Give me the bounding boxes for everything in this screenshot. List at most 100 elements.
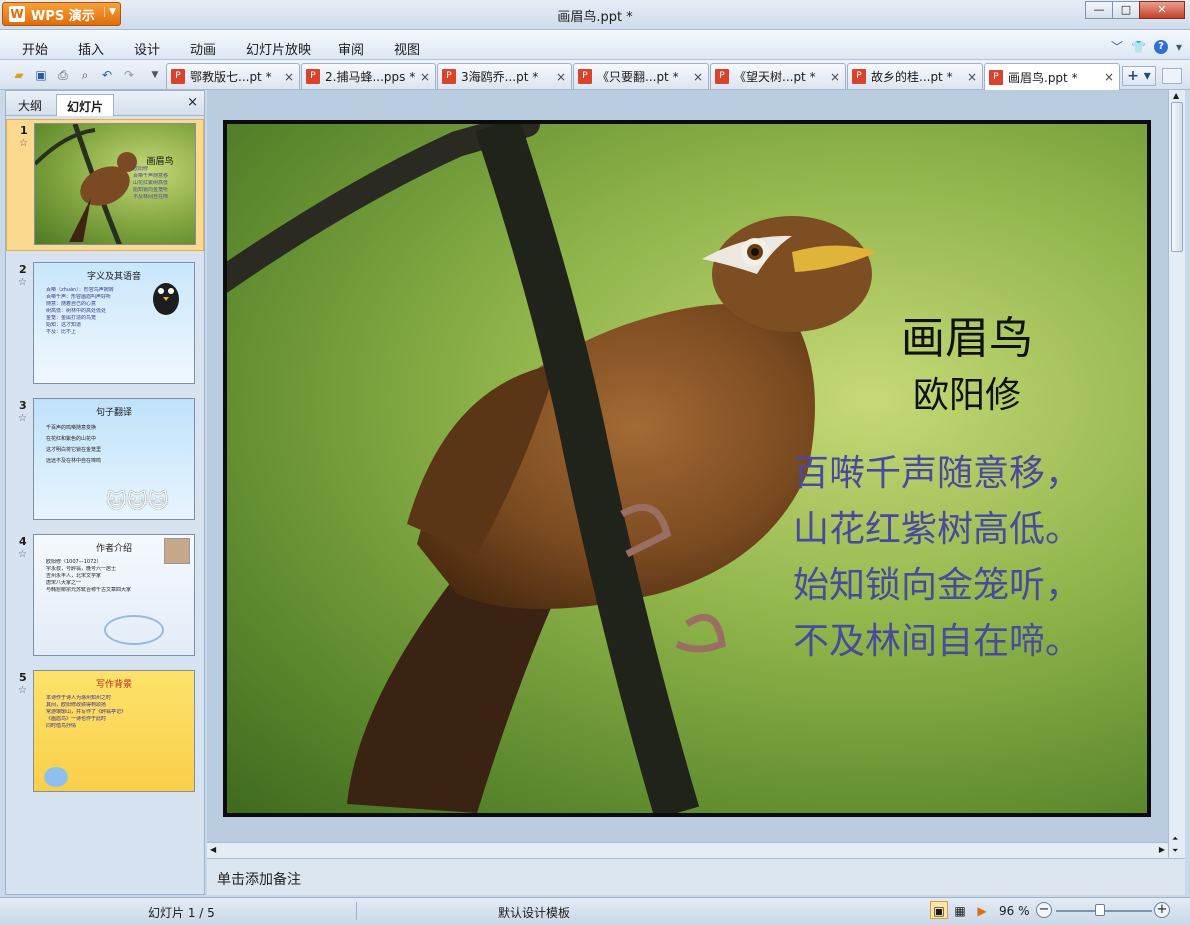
- document-tab[interactable]: P 《只要翻...pt * ×: [573, 63, 709, 89]
- window-controls: — □ ✕: [1085, 1, 1185, 19]
- thumbnail-text: 千百声的鸣啭随意变换 在花红和紫色的山花中 这才明白将它锁在金笼里 远远不及在林…: [46, 425, 102, 464]
- menu-home[interactable]: 开始: [22, 39, 48, 58]
- thumbnail-image: 画眉鸟 欧阳修 百啭千声随意移 山花红紫树高低 始知锁向金笼听 不及林间自在啼: [34, 123, 196, 245]
- slide-thumbnail-1[interactable]: 1 ☆ 画眉鸟 欧阳修 百啭千声随意移 山花红紫树高低 始知锁向金笼听 不及林间…: [6, 119, 204, 251]
- slide-number: 5: [19, 671, 27, 684]
- scroll-thumb[interactable]: [1171, 102, 1183, 252]
- design-template[interactable]: 默认设计模板: [498, 904, 570, 921]
- zoom-slider-handle[interactable]: [1095, 904, 1105, 916]
- menu-review[interactable]: 审阅: [338, 39, 364, 58]
- document-tab[interactable]: P 《望天树...pt * ×: [710, 63, 846, 89]
- tab-close-icon[interactable]: ×: [828, 70, 842, 84]
- undo-icon[interactable]: ↶: [98, 66, 116, 84]
- thumbnail-image: 字义及其语音 百啭（zhuàn）：形容鸟声婉转 百啭千声：形容画眉叫声好听 随意…: [33, 262, 195, 384]
- zoom-in-button[interactable]: +: [1154, 902, 1170, 918]
- thumbnail-title: 写作背景: [95, 680, 132, 690]
- thumbnail-title: 句子翻译: [95, 408, 132, 418]
- slide-thumbnail-3[interactable]: 3 ☆ 句子翻译 千百声的鸣啭随意变换 在花红和紫色的山花中 这才明白将它锁在金…: [6, 395, 204, 527]
- notes-pane[interactable]: 单击添加备注: [207, 858, 1185, 895]
- slideshow-view-icon[interactable]: ▶: [973, 901, 991, 919]
- scroll-left-icon[interactable]: ◀: [210, 845, 216, 854]
- tab-slides[interactable]: 幻灯片: [56, 94, 115, 116]
- thumbnail-image: 句子翻译 千百声的鸣啭随意变换 在花红和紫色的山花中 这才明白将它锁在金笼里 远…: [33, 398, 195, 520]
- tab-close-icon[interactable]: ×: [282, 70, 296, 84]
- notes-placeholder[interactable]: 单击添加备注: [217, 869, 301, 889]
- print-icon[interactable]: ⎙: [54, 66, 72, 84]
- menu-design[interactable]: 设计: [134, 39, 160, 58]
- tab-label: 《只要翻...pt *: [597, 70, 679, 84]
- panel-close-icon[interactable]: ×: [187, 95, 198, 110]
- thumbnail-text: 欧阳修 百啭千声随意移 山花红紫树高低 始知锁向金笼听 不及林间自在啼: [133, 166, 169, 200]
- slide-editor: 画眉鸟 欧阳修 百啭千声随意移， 山花红紫树高低。 始知锁向金笼听， 不及林间自…: [207, 90, 1168, 858]
- skin-icon[interactable]: 👕: [1131, 40, 1146, 54]
- tab-close-icon[interactable]: ×: [965, 70, 979, 84]
- menu-right-controls: ﹀ 👕 ? ▾: [1111, 38, 1182, 55]
- document-tab-active[interactable]: P 画眉鸟.ppt * ×: [984, 63, 1120, 90]
- collapse-ribbon-icon[interactable]: ﹀: [1111, 38, 1123, 55]
- window-title: 画眉鸟.ppt *: [557, 10, 633, 25]
- ppt-file-icon: P: [715, 69, 729, 84]
- document-tab[interactable]: P 3海鸥乔...pt * ×: [437, 63, 572, 89]
- slide-title[interactable]: 画眉鸟: [867, 302, 1067, 366]
- save-icon[interactable]: ▣: [32, 66, 50, 84]
- slide-number: 4: [19, 535, 27, 548]
- ppt-file-icon: P: [306, 69, 320, 84]
- horizontal-scrollbar[interactable]: ◀ ▶: [207, 842, 1168, 858]
- slide-number: 3: [19, 399, 27, 412]
- ppt-file-icon: P: [578, 69, 592, 84]
- slide-thumbnail-5[interactable]: 5 ☆ 写作背景 本诗作于诗人为滁州知州之时 其间，欧阳修政绩得到颂扬 常游琅琊…: [6, 667, 204, 799]
- slide-thumbnail-2[interactable]: 2 ☆ 字义及其语音 百啭（zhuàn）：形容鸟声婉转 百啭千声：形容画眉叫声好…: [6, 259, 204, 391]
- customize-toolbar-icon[interactable]: ▼: [146, 66, 164, 84]
- tab-close-icon[interactable]: ×: [554, 70, 568, 84]
- tab-close-icon[interactable]: ×: [691, 70, 705, 84]
- redo-icon[interactable]: ↷: [120, 66, 138, 84]
- slide-author[interactable]: 欧阳修: [867, 366, 1067, 418]
- new-tab-button[interactable]: + ▾: [1122, 66, 1156, 86]
- menu-slideshow[interactable]: 幻灯片放映: [246, 39, 311, 58]
- thumbnail-image: 作者介绍 欧阳修（1007—1072） 字永叔，号醉翁，晚号六一居士 吉州永丰人…: [33, 534, 195, 656]
- tab-outline[interactable]: 大纲: [8, 94, 52, 116]
- poem-text[interactable]: 百啭千声随意移， 山花红紫树高低。 始知锁向金笼听， 不及林间自在啼。: [793, 446, 1143, 670]
- menu-insert[interactable]: 插入: [78, 39, 104, 58]
- slide-number: 2: [19, 263, 27, 276]
- help-icon[interactable]: ?: [1153, 39, 1168, 54]
- animation-star-icon: ☆: [19, 138, 28, 149]
- current-slide[interactable]: 画眉鸟 欧阳修 百啭千声随意移， 山花红紫树高低。 始知锁向金笼听， 不及林间自…: [223, 120, 1151, 817]
- tab-close-icon[interactable]: ×: [418, 70, 432, 84]
- chevron-down-icon[interactable]: ▾: [1176, 40, 1182, 54]
- slide-number: 1: [20, 124, 28, 137]
- normal-view-icon[interactable]: ▣: [930, 901, 948, 919]
- ppt-file-icon: P: [171, 69, 185, 84]
- scroll-up-icon[interactable]: ▲: [1173, 91, 1179, 100]
- tab-list-button[interactable]: [1162, 68, 1182, 84]
- poem-line: 百啭千声随意移，: [793, 453, 1082, 494]
- thumbnail-text: 百啭（zhuàn）：形容鸟声婉转 百啭千声：形容画眉叫声好听 随意：随着自己的心…: [46, 287, 114, 335]
- document-tab[interactable]: P 鄂教版七...pt * ×: [166, 63, 300, 89]
- slide-thumbnail-4[interactable]: 4 ☆ 作者介绍 欧阳修（1007—1072） 字永叔，号醉翁，晚号六一居士 吉…: [6, 531, 204, 663]
- print-preview-icon[interactable]: ⌕: [76, 66, 94, 84]
- menu-animation[interactable]: 动画: [190, 39, 216, 58]
- poem-line: 始知锁向金笼听，: [793, 565, 1082, 606]
- document-tab[interactable]: P 故乡的桂...pt * ×: [847, 63, 983, 89]
- vertical-scrollbar[interactable]: ▲ ⏶ ⏷: [1168, 90, 1185, 858]
- ppt-file-icon: P: [442, 69, 456, 84]
- tab-label: 3海鸥乔...pt *: [461, 70, 539, 84]
- tab-label: 画眉鸟.ppt *: [1008, 70, 1078, 85]
- scroll-right-icon[interactable]: ▶: [1159, 845, 1165, 854]
- maximize-button[interactable]: □: [1112, 1, 1140, 19]
- next-slide-icon[interactable]: ⏷: [1172, 846, 1178, 856]
- menu-view[interactable]: 视图: [394, 39, 420, 58]
- zoom-out-button[interactable]: −: [1036, 902, 1052, 918]
- open-folder-icon[interactable]: ▰: [10, 66, 28, 84]
- zoom-level: 96 %: [999, 904, 1030, 918]
- tab-close-icon[interactable]: ×: [1102, 70, 1116, 84]
- previous-slide-icon[interactable]: ⏶: [1172, 834, 1178, 844]
- slide-sorter-view-icon[interactable]: ▦: [951, 901, 969, 919]
- toolbar: ▰ ▣ ⎙ ⌕ ↶ ↷ ▼ P 鄂教版七...pt * × P 2.捕马蜂...…: [0, 60, 1190, 90]
- ppt-file-icon: P: [989, 69, 1003, 85]
- divider: [356, 902, 357, 920]
- document-tab[interactable]: P 2.捕马蜂...pps * ×: [301, 63, 436, 89]
- animation-star-icon: ☆: [18, 413, 27, 424]
- close-button[interactable]: ✕: [1139, 1, 1185, 19]
- minimize-button[interactable]: —: [1085, 1, 1113, 19]
